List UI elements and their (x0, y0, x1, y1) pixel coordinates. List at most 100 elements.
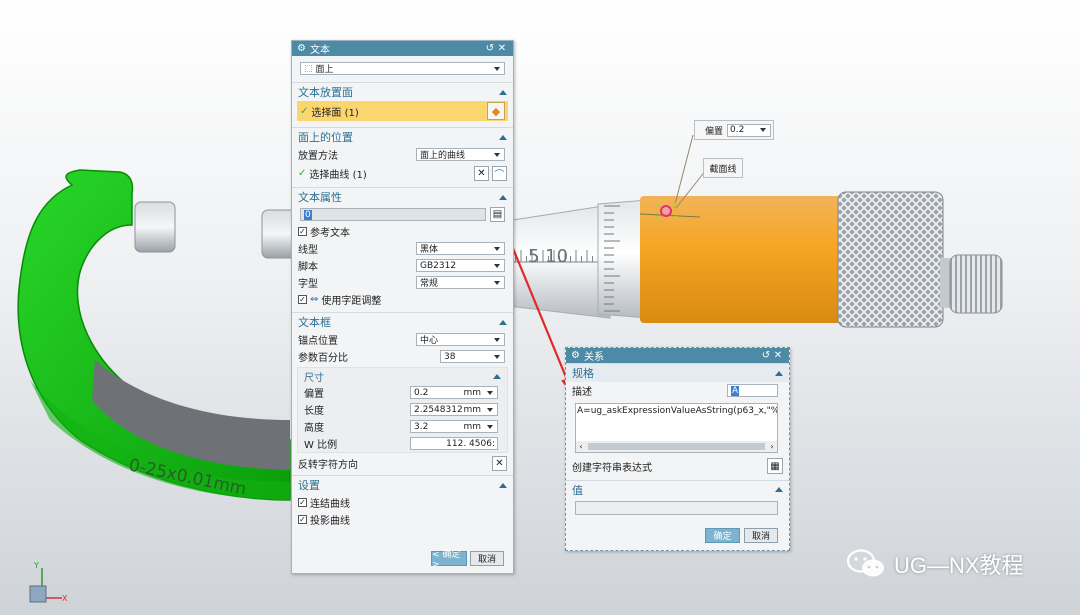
placement-face-section[interactable]: 文本放置面 (292, 82, 513, 101)
text-dialog-titlebar[interactable]: ⚙ 文本 ↺ ✕ (292, 41, 513, 56)
reset-icon[interactable]: ↺ (484, 43, 496, 54)
style-value: 常规 (420, 279, 439, 289)
wscale-value: 112. 4506: (446, 438, 495, 449)
height-input[interactable]: 3.2 mm (410, 420, 498, 433)
reverse-direction-icon[interactable]: ✕ (492, 455, 507, 471)
offset-value: 0.2 (414, 387, 429, 398)
close-icon[interactable]: ✕ (772, 350, 784, 361)
text-dialog: ⚙ 文本 ↺ ✕ ⬚ 面上 文本放置面 ✓ 选择面 (1) ◆ 面上的位置 放置… (291, 40, 514, 574)
select-curve-label: 选择曲线 (1) (309, 169, 367, 181)
font-dropdown[interactable]: 黑体 (416, 242, 505, 255)
scroll-right-icon[interactable]: › (767, 442, 777, 451)
style-row: 字型 常规 (292, 274, 513, 291)
collapse-caret-icon[interactable] (499, 134, 507, 140)
style-dropdown[interactable]: 常规 (416, 276, 505, 289)
font-value: 黑体 (420, 245, 439, 255)
anchor-row: 锚点位置 中心 (292, 331, 513, 348)
chevron-down-icon (494, 152, 500, 157)
text-box-header: 文本框 (298, 316, 331, 329)
offset-callout-value: 0.2 (730, 125, 745, 135)
param-pct-value: 38 (444, 351, 456, 362)
anchor-dropdown[interactable]: 中心 (416, 333, 505, 346)
script-dropdown[interactable]: GB2312 (416, 259, 505, 272)
wcs-triad: Y X (29, 561, 68, 603)
kerning-checkbox[interactable]: ✓ (298, 295, 307, 304)
graphics-viewport[interactable]: 5 10 0-25x0.01mm Y X (0, 0, 1080, 615)
collapse-caret-icon[interactable] (775, 487, 783, 492)
length-row: 长度 2.25483127 mm (298, 401, 507, 418)
type-dropdown[interactable]: ⬚ 面上 (300, 62, 505, 75)
check-icon: ✓ (300, 105, 309, 117)
scroll-left-icon[interactable]: ‹ (576, 442, 586, 451)
scroll-thumb[interactable] (588, 443, 765, 450)
offset-callout-dropdown[interactable]: 0.2 (727, 123, 772, 137)
wechat-icon (846, 549, 884, 577)
close-icon[interactable]: ✕ (496, 43, 508, 54)
value-field (575, 501, 778, 515)
kerning-icon: ⇔ (310, 294, 319, 305)
text-editor-icon[interactable]: ▤ (490, 207, 505, 222)
spec-section[interactable]: 规格 (566, 363, 789, 382)
placement-method-dropdown[interactable]: 面上的曲线 (416, 148, 505, 161)
gear-icon[interactable]: ⚙ (571, 350, 580, 361)
select-face-row[interactable]: ✓ 选择面 (1) ◆ (297, 101, 508, 121)
collapse-caret-icon[interactable] (775, 370, 783, 376)
project-curves-row[interactable]: ✓ 投影曲线 (292, 511, 513, 528)
collapse-caret-icon[interactable] (499, 89, 507, 95)
font-row: 线型 黑体 (292, 240, 513, 257)
spec-header: 规格 (572, 367, 594, 380)
relation-cancel-button[interactable]: 取消 (744, 528, 778, 543)
ok-button[interactable]: < 确定 > (431, 550, 467, 570)
param-pct-input[interactable]: 38 (440, 350, 505, 363)
value-section[interactable]: 值 (566, 480, 789, 498)
gear-icon[interactable]: ⚙ (297, 43, 306, 54)
section-line-callout[interactable]: 截面线 (703, 158, 743, 178)
text-input[interactable]: 0 (300, 208, 486, 221)
collapse-caret-icon[interactable] (493, 373, 501, 379)
connect-curves-checkbox[interactable]: ✓ (298, 498, 307, 507)
dims-section[interactable]: 尺寸 (298, 368, 507, 384)
kerning-row[interactable]: ✓ ⇔ 使用字距调整 (292, 291, 513, 308)
relation-dialog-titlebar[interactable]: ⚙ 关系 ↺ ✕ (566, 348, 789, 363)
offset-unit: mm (463, 387, 481, 398)
desc-input[interactable]: A (727, 384, 778, 397)
wscale-input[interactable]: 112. 4506: (410, 437, 498, 450)
collapse-caret-icon[interactable] (499, 194, 507, 200)
section-line-label: 截面线 (709, 164, 737, 175)
relation-dialog: ⚙ 关系 ↺ ✕ 规格 描述 A A=ug_askExpressionValue… (565, 347, 790, 551)
select-curve-row[interactable]: ✓ 选择曲线 (1) ✕ ⌒ (292, 163, 513, 183)
offset-input[interactable]: 0.2 mm (410, 386, 498, 399)
horizontal-scrollbar[interactable]: ‹ › (576, 441, 777, 452)
position-section[interactable]: 面上的位置 (292, 127, 513, 146)
face-selector-icon[interactable]: ◆ (487, 102, 505, 120)
axis-y-label: Y (33, 561, 39, 570)
chevron-down-icon (494, 337, 500, 342)
desc-row: 描述 A (566, 382, 789, 399)
settings-section[interactable]: 设置 (292, 475, 513, 494)
reference-text-row[interactable]: ✓ 参考文本 (292, 223, 513, 240)
connect-curves-row[interactable]: ✓ 连结曲线 (292, 494, 513, 511)
height-value: 3.2 (414, 421, 429, 432)
relation-ok-button[interactable]: 确定 (705, 528, 740, 543)
reverse-dir-label: 反转字符方向 (298, 459, 358, 471)
text-input-value: 0 (304, 209, 312, 220)
type-row: ⬚ 面上 (292, 56, 513, 82)
collapse-caret-icon[interactable] (499, 482, 507, 488)
reverse-dir-row: 反转字符方向 ✕ (292, 453, 513, 473)
desc-value: A (731, 385, 740, 396)
text-box-section[interactable]: 文本框 (292, 312, 513, 331)
length-input[interactable]: 2.25483127 mm (410, 403, 498, 416)
collapse-caret-icon[interactable] (499, 319, 507, 325)
reference-text-checkbox[interactable]: ✓ (298, 227, 307, 236)
project-curves-checkbox[interactable]: ✓ (298, 515, 307, 524)
reset-icon[interactable]: ↺ (760, 350, 772, 361)
cancel-button[interactable]: 取消 (470, 551, 504, 566)
expression-textarea[interactable]: A=ug_askExpressionValueAsString(p63_x,"%… (575, 403, 778, 453)
text-props-section[interactable]: 文本属性 (292, 187, 513, 206)
reverse-curve-icon[interactable]: ✕ (474, 165, 489, 181)
create-expr-icon[interactable]: ▦ (767, 458, 783, 474)
on-face-icon: ⬚ (304, 63, 313, 74)
curve-selector-icon[interactable]: ⌒ (492, 165, 507, 181)
watermark: UG—NX教程 (846, 548, 1024, 580)
expression-text: A=ug_askExpressionValueAsString(p63_x,"%… (577, 406, 777, 416)
